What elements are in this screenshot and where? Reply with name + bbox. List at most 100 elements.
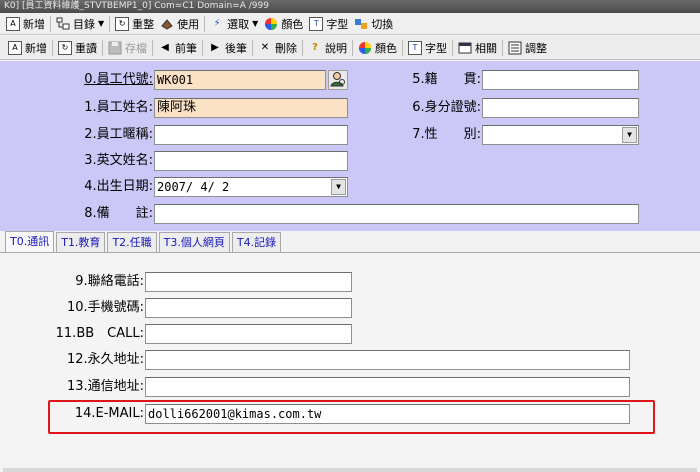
lookup-button[interactable] — [328, 70, 348, 90]
prev-record-button[interactable]: ◀ 前筆 — [155, 38, 200, 57]
email-highlight-box — [48, 400, 655, 434]
help-label: 說明 — [325, 41, 347, 55]
font-icon: T — [309, 16, 324, 31]
remark-field[interactable] — [154, 204, 639, 224]
tab-employment[interactable]: T2.任職 — [107, 232, 157, 252]
toolbar-separator — [50, 15, 51, 32]
adjust-button[interactable]: 調整 — [505, 38, 550, 57]
tab-homepage[interactable]: T3.個人網頁 — [158, 232, 230, 252]
top-new-button[interactable]: A 新增 — [3, 14, 48, 33]
prev-record-icon: ◀ — [161, 41, 169, 53]
nickname-field[interactable] — [154, 125, 348, 145]
emp-code-label: 0.員工代號: — [84, 72, 153, 87]
toolbar-separator — [402, 39, 403, 56]
phone-label: 9.聯絡電話: — [75, 274, 144, 289]
color-label: 顏色 — [375, 41, 397, 55]
id-number-field[interactable] — [482, 98, 639, 118]
top-use-label: 使用 — [177, 17, 200, 31]
tab-education[interactable]: T1.教育 — [56, 232, 106, 252]
person-lookup-icon — [330, 71, 346, 90]
font-button[interactable]: T 字型 — [405, 38, 450, 57]
top-font-button[interactable]: T 字型 — [306, 14, 351, 33]
top-switch-label: 切換 — [371, 17, 394, 31]
prev-record-label: 前筆 — [175, 41, 197, 55]
top-select-label: 選取 — [227, 17, 250, 31]
font-label: 字型 — [425, 41, 447, 55]
id-number-label: 6.身分證號: — [412, 100, 481, 115]
new-doc-icon: A — [6, 16, 20, 31]
switch-icon — [354, 17, 368, 31]
window-title: K0] [員工資料維護_STVTBEMP1_0] Com=C1 Domain=A… — [4, 1, 269, 11]
top-switch-button[interactable]: 切換 — [351, 14, 396, 33]
master-form: 0.員工代號: WK001 1.員工姓名: 陳阿珠 2.員工暱稱: 3.英文姓名… — [0, 61, 700, 231]
phone-field[interactable] — [145, 272, 352, 292]
delete-button[interactable]: ✕ 刪除 — [255, 38, 300, 57]
origin-field[interactable] — [482, 70, 639, 90]
help-button[interactable]: ? 說明 — [305, 38, 350, 57]
top-directory-button[interactable]: 目錄 ▼ — [53, 14, 107, 33]
toolbar-separator — [202, 39, 203, 56]
top-use-button[interactable]: 使用 — [157, 14, 202, 33]
next-record-label: 後筆 — [225, 41, 247, 55]
english-name-label: 3.英文姓名: — [84, 153, 153, 168]
perm-address-label: 12.永久地址: — [66, 352, 144, 367]
tab-records[interactable]: T4.記錄 — [231, 232, 282, 252]
related-icon — [458, 41, 472, 55]
emp-code-field[interactable]: WK001 — [154, 70, 326, 90]
toolbar-separator — [52, 39, 53, 56]
delete-x-icon: ✕ — [260, 41, 270, 53]
top-refresh-button[interactable]: ↻ 重整 — [112, 14, 157, 33]
record-toolbar: A 新增 ↻ 重讀 存檔 ◀ 前筆 ▶ 後筆 ✕ 刪除 ? 說明 顏色 T 字型… — [0, 36, 700, 60]
tab-contact[interactable]: T0.通訊 — [5, 231, 55, 252]
reload-icon: ↻ — [58, 40, 72, 55]
mobile-label: 10.手機號碼: — [66, 300, 144, 315]
new-record-label: 新增 — [25, 41, 47, 55]
chevron-down-icon: ▼ — [252, 19, 259, 28]
mail-address-field[interactable] — [145, 377, 630, 397]
top-select-button[interactable]: ⚡ 選取 ▼ — [207, 14, 261, 33]
delete-label: 刪除 — [275, 41, 297, 55]
window-title-bar: K0] [員工資料維護_STVTBEMP1_0] Com=C1 Domain=A… — [0, 0, 700, 13]
birthday-label: 4.出生日期: — [84, 179, 153, 194]
reload-button[interactable]: ↻ 重讀 — [55, 38, 100, 57]
select-icon: ⚡ — [213, 17, 221, 29]
color-button[interactable]: 顏色 — [355, 38, 400, 57]
chevron-down-icon: ▼ — [336, 182, 341, 191]
top-directory-label: 目錄 — [73, 17, 95, 31]
save-button[interactable]: 存檔 — [105, 38, 150, 57]
top-color-button[interactable]: 顏色 — [261, 14, 306, 33]
toolbar-separator — [252, 39, 253, 56]
gender-dropdown-button[interactable]: ▼ — [622, 127, 637, 143]
help-icon: ? — [312, 41, 318, 53]
toolbar-separator — [102, 39, 103, 56]
new-doc-icon: A — [8, 40, 22, 55]
birthday-dropdown-button[interactable]: ▼ — [331, 179, 346, 195]
gender-label: 7.性 別: — [412, 127, 481, 142]
related-button[interactable]: 相關 — [455, 38, 500, 57]
new-record-button[interactable]: A 新增 — [5, 38, 50, 57]
save-disk-icon — [108, 41, 122, 55]
remark-label: 8.備 註: — [84, 206, 153, 221]
next-record-icon: ▶ — [211, 41, 219, 53]
top-color-label: 顏色 — [281, 17, 304, 31]
emp-name-field[interactable]: 陳阿珠 — [154, 98, 348, 118]
birthday-field[interactable]: 2007/ 4/ 2 ▼ — [154, 177, 348, 197]
bottom-scrollbar[interactable] — [3, 468, 697, 472]
refresh-icon: ↻ — [115, 16, 130, 31]
origin-label: 5.籍 貫: — [412, 72, 481, 87]
next-record-button[interactable]: ▶ 後筆 — [205, 38, 250, 57]
chevron-down-icon: ▼ — [98, 19, 105, 28]
save-label: 存檔 — [125, 41, 147, 55]
gender-select[interactable]: ▼ — [482, 125, 639, 145]
mobile-field[interactable] — [145, 298, 352, 318]
perm-address-field[interactable] — [145, 350, 630, 370]
nickname-label: 2.員工暱稱: — [84, 127, 153, 142]
toolbar-separator — [352, 39, 353, 56]
top-new-label: 新增 — [23, 17, 45, 31]
english-name-field[interactable] — [154, 151, 348, 171]
toolbar-separator — [204, 15, 206, 32]
adjust-icon — [508, 41, 522, 55]
bbcall-field[interactable] — [145, 324, 352, 344]
toolbar-separator — [452, 39, 453, 56]
related-label: 相關 — [475, 41, 497, 55]
